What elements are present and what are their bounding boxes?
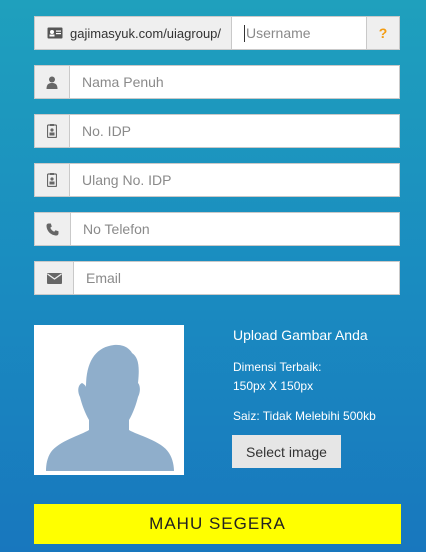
email-input[interactable]: Email [74, 262, 399, 294]
idp-input[interactable]: No. IDP [70, 115, 399, 147]
dimension-value: 150px X 150px [233, 379, 314, 393]
phone-placeholder: No Telefon [83, 221, 150, 237]
help-question-icon: ? [378, 25, 388, 41]
repeat-idp-row: Ulang No. IDP [34, 163, 400, 197]
full-name-row: Nama Penuh [34, 65, 400, 99]
phone-icon-addon [35, 213, 71, 245]
url-prefix-text: gajimasyuk.com/uiagroup/ [70, 25, 222, 41]
id-card-icon [47, 27, 63, 39]
avatar-silhouette-icon [38, 329, 180, 471]
username-row: gajimasyuk.com/uiagroup/ Username ? [34, 16, 400, 50]
badge-icon-addon-2 [35, 164, 70, 196]
repeat-idp-input[interactable]: Ulang No. IDP [70, 164, 399, 196]
repeat-idp-placeholder: Ulang No. IDP [82, 172, 172, 188]
badge-icon-addon [35, 115, 70, 147]
idp-placeholder: No. IDP [82, 123, 132, 139]
user-icon-addon [35, 66, 70, 98]
user-icon [46, 76, 58, 89]
email-row: Email [34, 261, 400, 295]
submit-button[interactable]: MAHU SEGERA [34, 504, 401, 544]
photo-preview [34, 325, 184, 475]
size-limit-text: Saiz: Tidak Melebihi 500kb [233, 409, 376, 423]
help-button[interactable]: ? [366, 17, 399, 49]
phone-row: No Telefon [34, 212, 400, 246]
username-input[interactable]: Username [232, 17, 366, 49]
badge-icon [47, 173, 57, 187]
envelope-icon [46, 272, 62, 284]
text-cursor [244, 24, 245, 42]
url-prefix-addon: gajimasyuk.com/uiagroup/ [35, 17, 232, 49]
full-name-input[interactable]: Nama Penuh [70, 66, 399, 98]
email-placeholder: Email [86, 270, 122, 286]
select-image-button[interactable]: Select image [232, 435, 341, 468]
username-placeholder: Username [246, 25, 311, 41]
upload-title: Upload Gambar Anda [233, 327, 368, 343]
phone-icon [46, 223, 59, 236]
idp-row: No. IDP [34, 114, 400, 148]
badge-icon [47, 124, 57, 138]
dimension-label: Dimensi Terbaik: [233, 360, 322, 374]
phone-input[interactable]: No Telefon [71, 213, 399, 245]
full-name-placeholder: Nama Penuh [82, 74, 164, 90]
envelope-icon-addon [35, 262, 74, 294]
